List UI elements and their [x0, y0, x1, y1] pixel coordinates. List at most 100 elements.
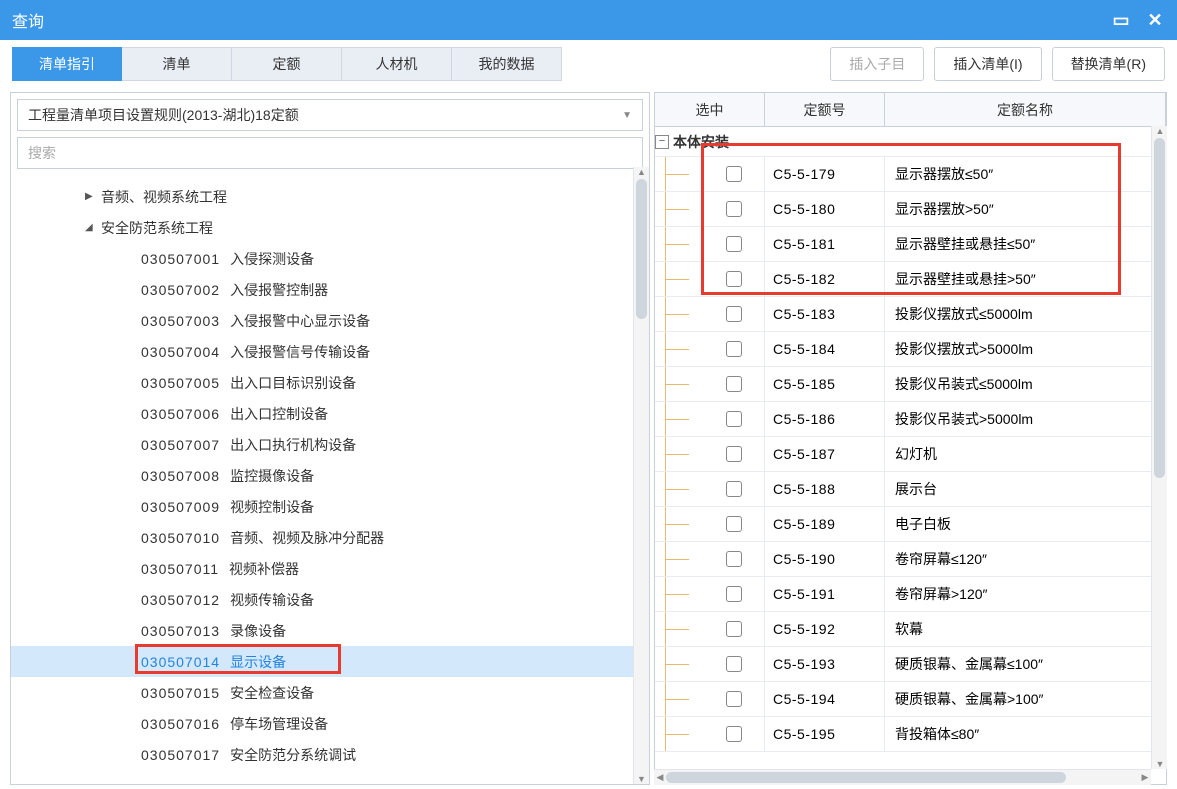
table-row[interactable]: C5-5-179显示器摆放≤50″: [655, 157, 1166, 192]
collapse-icon[interactable]: −: [655, 135, 669, 149]
checkbox-cell[interactable]: [703, 262, 765, 296]
checkbox-cell[interactable]: [703, 192, 765, 226]
checkbox[interactable]: [726, 271, 742, 287]
checkbox-cell[interactable]: [703, 647, 765, 681]
checkbox[interactable]: [726, 411, 742, 427]
checkbox[interactable]: [726, 166, 742, 182]
minimize-icon[interactable]: ▭: [1111, 10, 1131, 31]
tree-item[interactable]: 030507011视频补偿器: [11, 553, 649, 584]
tree-item[interactable]: 030507005出入口目标识别设备: [11, 367, 649, 398]
checkbox-cell[interactable]: [703, 717, 765, 751]
checkbox-cell[interactable]: [703, 227, 765, 261]
table-row[interactable]: C5-5-193硬质银幕、金属幕≤100″: [655, 647, 1166, 682]
tab-quota[interactable]: 定额: [232, 47, 342, 81]
checkbox[interactable]: [726, 341, 742, 357]
replace-list-button[interactable]: 替换清单(R): [1052, 47, 1165, 81]
table-row[interactable]: C5-5-184投影仪摆放式>5000lm: [655, 332, 1166, 367]
close-icon[interactable]: ✕: [1145, 10, 1165, 31]
table-row[interactable]: C5-5-189电子白板: [655, 507, 1166, 542]
left-scrollbar-v[interactable]: ▲ ▼: [633, 167, 649, 784]
checkbox[interactable]: [726, 726, 742, 742]
scroll-up-icon[interactable]: ▲: [1154, 126, 1166, 136]
table-row[interactable]: C5-5-183投影仪摆放式≤5000lm: [655, 297, 1166, 332]
table-row[interactable]: C5-5-188展示台: [655, 472, 1166, 507]
checkbox-cell[interactable]: [703, 157, 765, 191]
col-select[interactable]: 选中: [655, 93, 765, 126]
tree-item[interactable]: 030507006出入口控制设备: [11, 398, 649, 429]
table-row[interactable]: C5-5-190卷帘屏幕≤120″: [655, 542, 1166, 577]
checkbox-cell[interactable]: [703, 682, 765, 716]
table-row[interactable]: C5-5-191卷帘屏幕>120″: [655, 577, 1166, 612]
checkbox-cell[interactable]: [703, 297, 765, 331]
table-row[interactable]: C5-5-180显示器摆放>50″: [655, 192, 1166, 227]
col-code[interactable]: 定额号: [765, 93, 885, 126]
tree-item[interactable]: 030507007出入口执行机构设备: [11, 429, 649, 460]
ruleset-dropdown[interactable]: 工程量清单项目设置规则(2013-湖北)18定额 ▼: [17, 99, 643, 131]
checkbox[interactable]: [726, 201, 742, 217]
checkbox[interactable]: [726, 236, 742, 252]
scroll-thumb[interactable]: [636, 179, 647, 319]
tree-item[interactable]: 030507004入侵报警信号传输设备: [11, 336, 649, 367]
tab-mydata[interactable]: 我的数据: [452, 47, 562, 81]
checkbox[interactable]: [726, 516, 742, 532]
table-row[interactable]: C5-5-181显示器壁挂或悬挂≤50″: [655, 227, 1166, 262]
checkbox[interactable]: [726, 656, 742, 672]
scroll-up-icon[interactable]: ▲: [634, 167, 649, 177]
checkbox-cell[interactable]: [703, 577, 765, 611]
insert-child-button[interactable]: 插入子目: [830, 47, 924, 81]
tree-item[interactable]: 030507015安全检查设备: [11, 677, 649, 708]
tree-item[interactable]: 030507003入侵报警中心显示设备: [11, 305, 649, 336]
col-name[interactable]: 定额名称: [885, 93, 1166, 126]
scroll-right-icon[interactable]: ▶: [1139, 772, 1151, 783]
search-input[interactable]: 搜索: [17, 137, 643, 169]
scroll-down-icon[interactable]: ▼: [634, 774, 649, 784]
insert-list-button[interactable]: 插入清单(I): [934, 47, 1041, 81]
tree-item[interactable]: 030507002入侵报警控制器: [11, 274, 649, 305]
table-row[interactable]: C5-5-195背投箱体≤80″: [655, 717, 1166, 752]
checkbox[interactable]: [726, 551, 742, 567]
tree-item[interactable]: 030507016停车场管理设备: [11, 708, 649, 739]
tab-material[interactable]: 人材机: [342, 47, 452, 81]
scroll-thumb[interactable]: [1154, 138, 1165, 478]
checkbox[interactable]: [726, 586, 742, 602]
checkbox-cell[interactable]: [703, 402, 765, 436]
tree-item[interactable]: 030507012视频传输设备: [11, 584, 649, 615]
scroll-left-icon[interactable]: ◀: [654, 772, 666, 783]
tree-item[interactable]: 030507001入侵探测设备: [11, 243, 649, 274]
tree-item[interactable]: 030507017安全防范分系统调试: [11, 739, 649, 770]
tree-cat-av[interactable]: ▶ 音频、视频系统工程: [11, 181, 649, 212]
checkbox-cell[interactable]: [703, 332, 765, 366]
scroll-down-icon[interactable]: ▼: [1154, 759, 1166, 769]
tree-item-code: 030507014: [141, 654, 220, 670]
grid-section[interactable]: − 本体安装: [655, 127, 1166, 157]
checkbox[interactable]: [726, 691, 742, 707]
tree-item[interactable]: 030507010音频、视频及脉冲分配器: [11, 522, 649, 553]
checkbox-cell[interactable]: [703, 507, 765, 541]
tree-item[interactable]: 030507013录像设备: [11, 615, 649, 646]
table-row[interactable]: C5-5-192软幕: [655, 612, 1166, 647]
checkbox[interactable]: [726, 376, 742, 392]
tree-item[interactable]: 030507008监控摄像设备: [11, 460, 649, 491]
checkbox[interactable]: [726, 306, 742, 322]
checkbox[interactable]: [726, 481, 742, 497]
checkbox-cell[interactable]: [703, 472, 765, 506]
tree-item[interactable]: 030507009视频控制设备: [11, 491, 649, 522]
checkbox-cell[interactable]: [703, 612, 765, 646]
tree-item[interactable]: 030507014显示设备: [11, 646, 649, 677]
table-row[interactable]: C5-5-187幻灯机: [655, 437, 1166, 472]
tab-guide[interactable]: 清单指引: [12, 47, 122, 81]
scroll-thumb[interactable]: [666, 772, 1066, 783]
checkbox-cell[interactable]: [703, 542, 765, 576]
right-scrollbar-v[interactable]: ▲ ▼: [1151, 126, 1167, 769]
table-row[interactable]: C5-5-186投影仪吊装式>5000lm: [655, 402, 1166, 437]
tree-cat-security[interactable]: ◢ 安全防范系统工程: [11, 212, 649, 243]
right-scrollbar-h[interactable]: ◀ ▶: [654, 769, 1151, 785]
tab-list[interactable]: 清单: [122, 47, 232, 81]
table-row[interactable]: C5-5-194硬质银幕、金属幕>100″: [655, 682, 1166, 717]
checkbox-cell[interactable]: [703, 367, 765, 401]
checkbox-cell[interactable]: [703, 437, 765, 471]
checkbox[interactable]: [726, 621, 742, 637]
table-row[interactable]: C5-5-182显示器壁挂或悬挂>50″: [655, 262, 1166, 297]
table-row[interactable]: C5-5-185投影仪吊装式≤5000lm: [655, 367, 1166, 402]
checkbox[interactable]: [726, 446, 742, 462]
